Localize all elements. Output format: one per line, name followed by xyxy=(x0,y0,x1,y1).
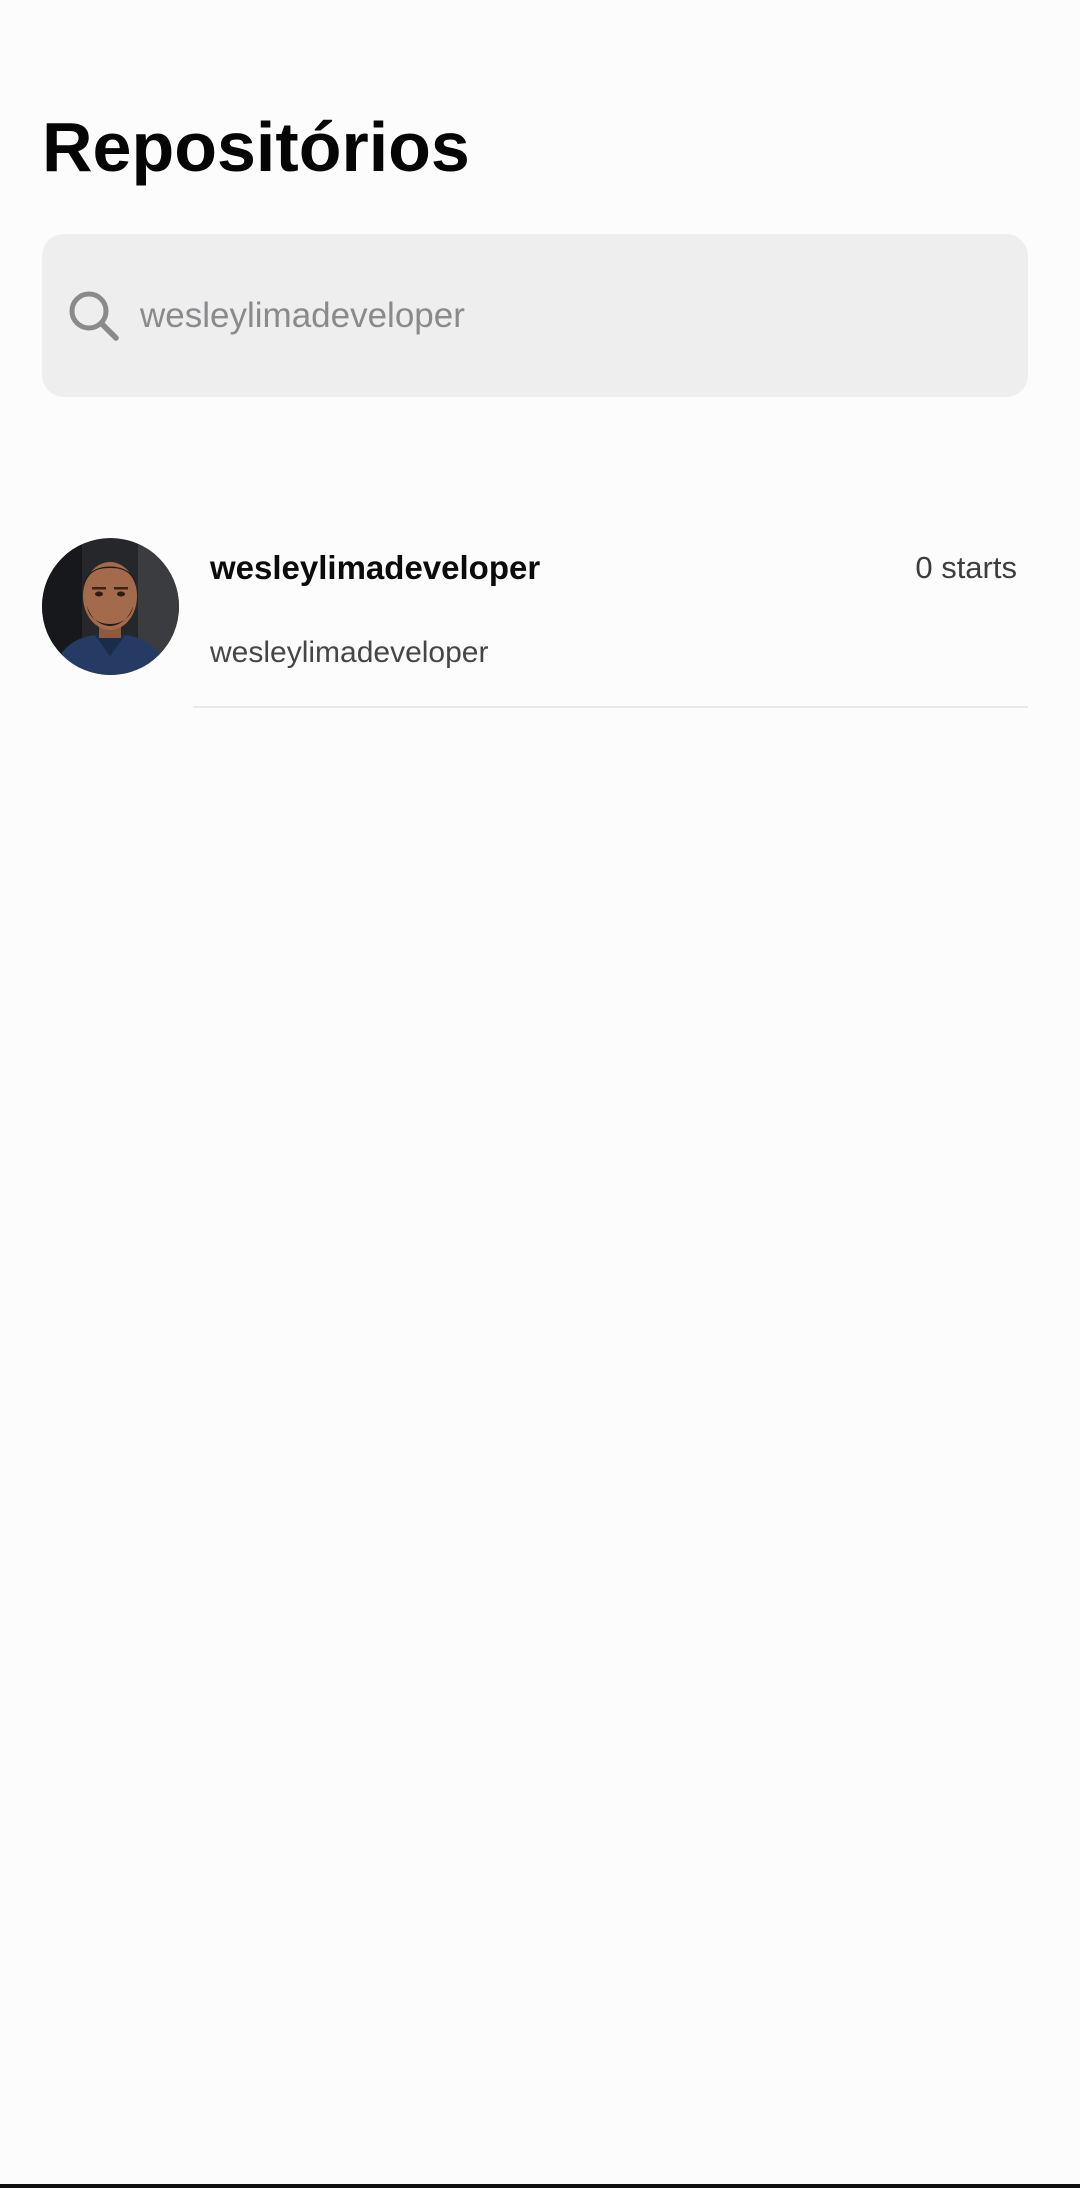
repository-owner: wesleylimadeveloper xyxy=(210,636,489,669)
list-divider xyxy=(193,706,1028,708)
repositories-screen: Repositórios wesleylimadeveloper wesleyl… xyxy=(0,0,1080,2188)
page-title: Repositórios xyxy=(42,108,470,186)
search-bar[interactable] xyxy=(42,234,1028,397)
avatar[interactable] xyxy=(42,538,179,675)
repository-stars: 0 starts xyxy=(915,550,1017,585)
search-icon xyxy=(66,288,122,344)
repository-name: wesleylimadeveloper xyxy=(210,549,541,586)
list-item[interactable]: wesleylimadeveloper 0 starts wesleylimad… xyxy=(0,520,1080,710)
bottom-edge-divider xyxy=(0,2184,1080,2188)
search-input[interactable] xyxy=(140,234,1000,397)
